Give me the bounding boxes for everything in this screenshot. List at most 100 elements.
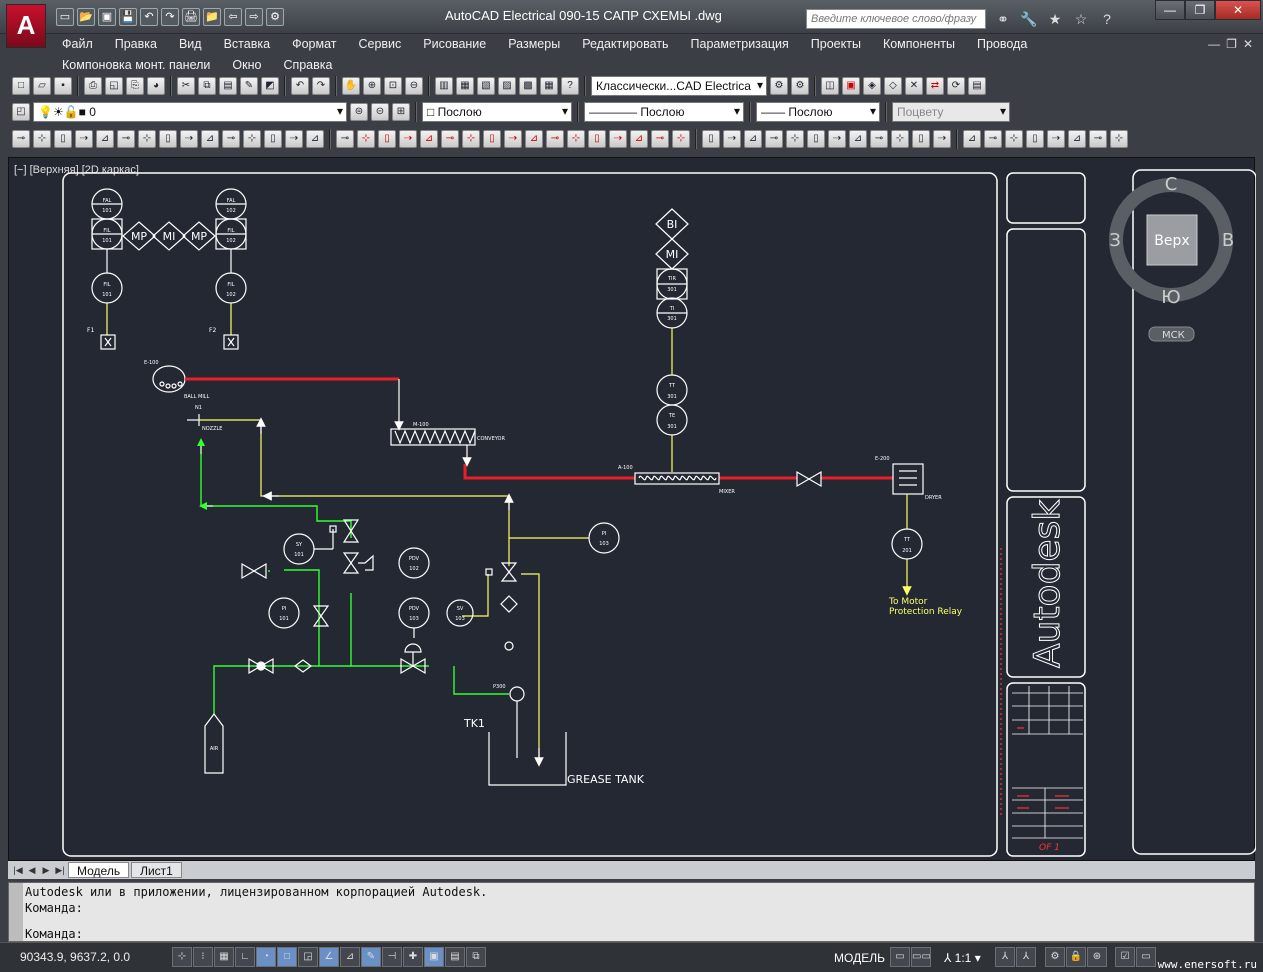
scoot-icon[interactable]: ⇄ <box>926 77 944 95</box>
calculator-icon[interactable]: ▦ <box>540 77 558 95</box>
electrical-tool-icon-18[interactable]: ⇢ <box>399 130 417 148</box>
mixer[interactable] <box>634 472 720 485</box>
lineweight-toggle-icon[interactable]: ⊣ <box>382 947 402 967</box>
electrical-tool-icon-6[interactable]: ⊹ <box>138 130 156 148</box>
zoom-previous-icon[interactable]: ⊖ <box>405 77 423 95</box>
menu-item-0[interactable]: Файл <box>62 36 93 52</box>
line-valve[interactable] <box>796 470 822 488</box>
color-select[interactable]: □ Послою <box>422 102 572 122</box>
lock-icon[interactable]: 🔒 <box>1066 947 1086 967</box>
electrical-tool-icon-19[interactable]: ⊿ <box>420 130 438 148</box>
electrical-tool-icon-46[interactable]: ⊹ <box>1005 130 1023 148</box>
paste-icon[interactable]: ▤ <box>219 77 237 95</box>
menu-item-14[interactable]: Окно <box>232 57 261 73</box>
electrical-tool-icon-42[interactable]: ▯ <box>912 130 930 148</box>
settings-icon[interactable]: ⚙ <box>266 8 284 26</box>
electrical-tool-icon-14[interactable]: ⊿ <box>306 130 324 148</box>
application-menu-button[interactable]: A <box>6 4 46 48</box>
mdi-close-button[interactable]: ✕ <box>1243 37 1253 51</box>
electrical-tool-icon-35[interactable]: ⊸ <box>765 130 783 148</box>
open-icon[interactable]: ▱ <box>33 77 51 95</box>
drawing-canvas[interactable]: [−] [Верхняя] [2D каркас] OF 1 Autodesk … <box>8 157 1256 861</box>
selection-cycling-icon[interactable]: ⧉ <box>466 947 486 967</box>
menu-item-1[interactable]: Правка <box>115 36 157 52</box>
polar-tracking-icon[interactable]: ◔ <box>256 947 276 967</box>
menu-item-4[interactable]: Формат <box>292 36 336 52</box>
air-cylinder[interactable] <box>204 713 224 774</box>
electrical-tool-icon-3[interactable]: ⇢ <box>75 130 93 148</box>
help-icon[interactable]: ? <box>561 77 579 95</box>
isolate-objects-icon[interactable]: ☑ <box>1115 947 1135 967</box>
tab-last-icon[interactable]: ▶| <box>54 863 66 877</box>
viewcube-east[interactable]: В <box>1222 230 1234 251</box>
pan-icon[interactable]: ✋ <box>342 77 360 95</box>
annotation-visibility-icon[interactable]: ⅄ <box>995 947 1015 967</box>
transparency-icon[interactable]: ▣ <box>424 947 444 967</box>
electrical-tool-icon-21[interactable]: ⊹ <box>462 130 480 148</box>
model-space-label[interactable]: МОДЕЛЬ <box>834 951 885 965</box>
electrical-tool-icon-34[interactable]: ⊿ <box>744 130 762 148</box>
nozzle[interactable] <box>187 414 200 426</box>
electrical-tool-icon-23[interactable]: ⇢ <box>504 130 522 148</box>
annotation-scale[interactable]: ⅄ 1:1 ▾ <box>944 951 981 965</box>
preview-icon[interactable]: ◱ <box>105 77 123 95</box>
electrical-tool-icon-29[interactable]: ⊿ <box>630 130 648 148</box>
cursor-coordinates[interactable]: 90343.9, 9637.2, 0.0 <box>20 950 130 964</box>
electrical-tool-icon-26[interactable]: ⊹ <box>567 130 585 148</box>
cut-icon[interactable]: ✂ <box>177 77 195 95</box>
insert-component-icon[interactable]: ▣ <box>842 77 860 95</box>
electrical-tool-icon-45[interactable]: ⊸ <box>984 130 1002 148</box>
electrical-tool-icon-24[interactable]: ⊿ <box>525 130 543 148</box>
dynamic-input-icon[interactable]: ✎ <box>361 947 381 967</box>
electrical-project-icon[interactable]: ◫ <box>821 77 839 95</box>
menu-item-15[interactable]: Справка <box>283 57 332 73</box>
save-icon[interactable]: 💾 <box>119 8 137 26</box>
electrical-tool-icon-10[interactable]: ⊸ <box>222 130 240 148</box>
project-manager-icon[interactable]: 📁 <box>203 8 221 26</box>
clean-screen-icon[interactable]: ▭ <box>1136 947 1156 967</box>
redo-icon[interactable]: ↷ <box>161 8 179 26</box>
mdi-restore-button[interactable]: ❐ <box>1226 37 1237 51</box>
command-input[interactable]: Команда: <box>25 927 83 941</box>
electrical-tool-icon-9[interactable]: ⊿ <box>201 130 219 148</box>
menu-item-10[interactable]: Проекты <box>811 36 861 52</box>
menu-item-7[interactable]: Размеры <box>508 36 560 52</box>
infer-constraints-icon[interactable]: ⊹ <box>172 947 192 967</box>
star-icon[interactable]: ★ <box>1044 9 1066 29</box>
electrical-tool-icon-0[interactable]: ⊸ <box>12 130 30 148</box>
electrical-tool-icon-22[interactable]: ▯ <box>483 130 501 148</box>
lineweight-select[interactable]: —— Послою <box>756 102 880 122</box>
conveyor[interactable] <box>390 428 476 446</box>
match-properties-icon[interactable]: ✎ <box>240 77 258 95</box>
electrical-tool-icon-1[interactable]: ⊹ <box>33 130 51 148</box>
properties-icon[interactable]: ▥ <box>435 77 453 95</box>
delete-component-icon[interactable]: ✕ <box>905 77 923 95</box>
viewcube-south[interactable]: Ю <box>1161 287 1180 308</box>
close-button[interactable]: ✕ <box>1215 0 1261 20</box>
electrical-tool-icon-49[interactable]: ⊿ <box>1068 130 1086 148</box>
object-snap-tracking-icon[interactable]: ∠ <box>319 947 339 967</box>
electrical-tool-icon-39[interactable]: ⊿ <box>849 130 867 148</box>
copy-component-icon[interactable]: ◇ <box>884 77 902 95</box>
electrical-tool-icon-15[interactable]: ⊸ <box>336 130 354 148</box>
workspace-switch-icon[interactable]: ⚙ <box>1045 947 1065 967</box>
electrical-tool-icon-4[interactable]: ⊿ <box>96 130 114 148</box>
object-snap-icon[interactable]: □ <box>277 947 297 967</box>
plot-icon[interactable]: 🖨 <box>182 8 200 26</box>
undo-icon[interactable]: ↶ <box>291 77 309 95</box>
ucs-toggle-icon[interactable]: ⊿ <box>340 947 360 967</box>
electrical-tool-icon-51[interactable]: ⊹ <box>1110 130 1128 148</box>
electrical-tool-icon-44[interactable]: ⊿ <box>963 130 981 148</box>
print-icon[interactable]: ⎙ <box>84 77 102 95</box>
tab-prev-icon[interactable]: ◀ <box>26 863 38 877</box>
mdi-minimize-button[interactable]: — <box>1208 37 1220 51</box>
new-file-icon[interactable]: ▭ <box>56 8 74 26</box>
command-window[interactable]: Autodesk или в приложении, лицензированн… <box>8 882 1255 942</box>
wrench-icon[interactable]: 🔧 <box>1018 9 1040 29</box>
workspace-settings-icon[interactable]: ⚙ <box>770 77 788 95</box>
electrical-tool-icon-13[interactable]: ⇢ <box>285 130 303 148</box>
sheet-set-icon[interactable]: ▨ <box>498 77 516 95</box>
surfer-icon[interactable]: ⟳ <box>947 77 965 95</box>
quick-properties-icon[interactable]: ▤ <box>445 947 465 967</box>
electrical-tool-icon-27[interactable]: ▯ <box>588 130 606 148</box>
